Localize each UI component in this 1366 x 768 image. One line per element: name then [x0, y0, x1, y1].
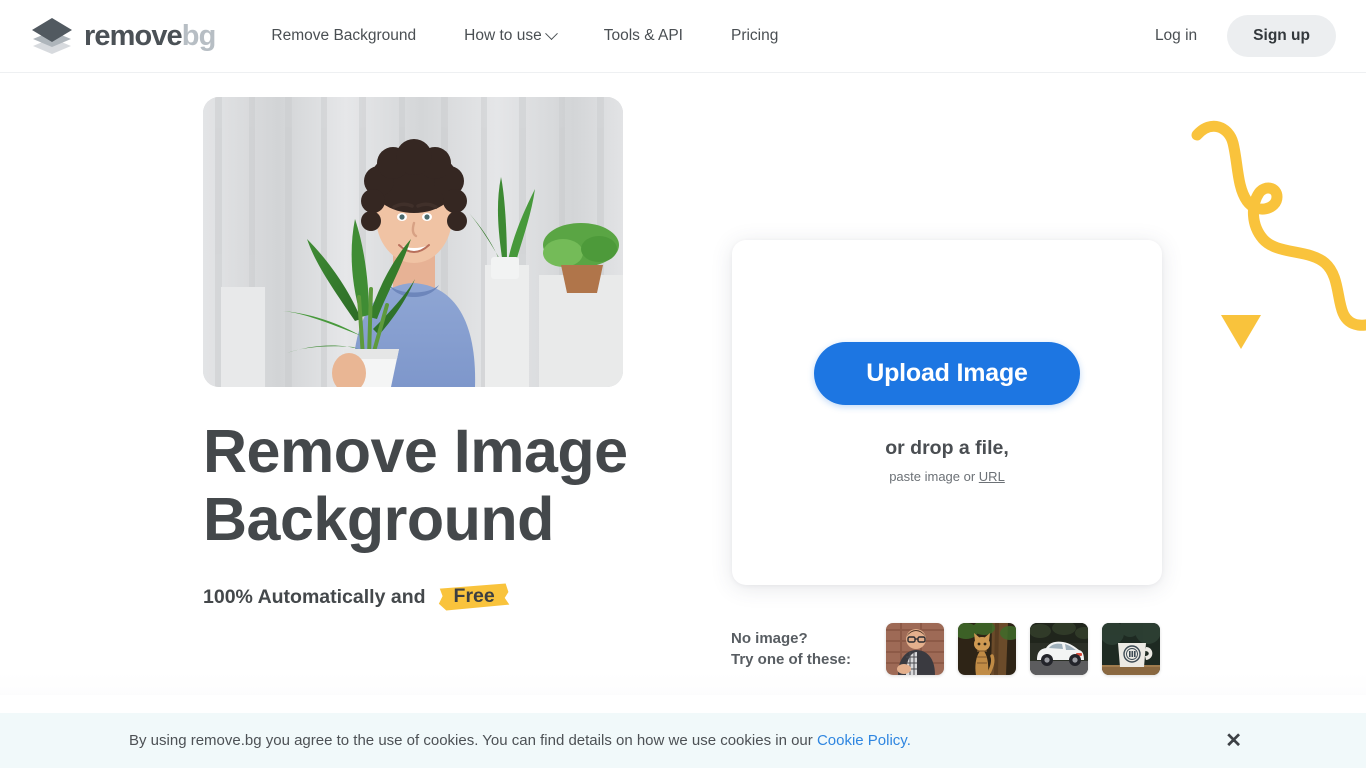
hero-subtitle-prefix: 100% Automatically and: [203, 585, 426, 608]
logo[interactable]: removebg: [30, 16, 217, 56]
nav-label: Tools & API: [603, 27, 683, 44]
sample-cat-by-tree[interactable]: [958, 623, 1016, 675]
headline-line-2: Background: [203, 485, 554, 553]
cookie-banner-text: By using remove.bg you agree to the use …: [129, 732, 911, 749]
hero-section: Remove Image Background 100% Automatical…: [0, 73, 1366, 695]
cookie-text-prefix: By using remove.bg you agree to the use …: [129, 732, 817, 749]
free-label: Free: [453, 585, 495, 607]
nav-item-how-to-use[interactable]: How to use: [440, 26, 580, 45]
nav-label: How to use: [464, 27, 542, 44]
layers-diamond-icon: [30, 16, 74, 56]
paste-hint-prefix: paste image or: [889, 468, 979, 484]
site-header: removebg Remove Background How to use To…: [0, 0, 1366, 73]
paste-hint: paste image or URL: [889, 469, 1005, 484]
logo-text: removebg: [84, 19, 217, 52]
header-actions: Log in Sign up: [1133, 15, 1336, 57]
page-title: Remove Image Background: [203, 417, 683, 553]
nav-item-remove-background[interactable]: Remove Background: [247, 27, 440, 45]
hero-subtitle: 100% Automatically and Free: [203, 581, 683, 613]
cookie-policy-link[interactable]: Cookie Policy.: [817, 732, 911, 749]
cookie-consent-banner: By using remove.bg you agree to the use …: [0, 713, 1366, 768]
samples-label: No image? Try one of these:: [731, 628, 886, 670]
login-link[interactable]: Log in: [1133, 19, 1219, 53]
sample-images-row: No image? Try one of these:: [731, 623, 1160, 675]
sample-person-plaid-shirt[interactable]: [886, 623, 944, 675]
sample-coffee-mug[interactable]: [1102, 623, 1160, 675]
close-icon[interactable]: ✕: [1225, 731, 1242, 751]
yellow-squiggle-line: [1191, 120, 1366, 331]
samples-label-line-1: No image?: [731, 630, 808, 647]
hero-left-column: Remove Image Background 100% Automatical…: [203, 97, 683, 613]
drop-file-text: or drop a file,: [885, 436, 1009, 459]
nav-label: Remove Background: [271, 27, 417, 44]
decorative-graphics: [1185, 113, 1366, 373]
upload-dropzone[interactable]: Upload Image or drop a file, paste image…: [732, 240, 1162, 585]
logo-text-secondary: bg: [181, 19, 217, 52]
chevron-down-icon: [544, 26, 558, 40]
sample-white-car[interactable]: [1030, 623, 1088, 675]
nav-label: Pricing: [730, 27, 779, 44]
main-navigation: Remove Background How to use Tools & API…: [247, 26, 802, 45]
paste-url-link[interactable]: URL: [979, 469, 1005, 484]
headline-line-1: Remove Image: [203, 417, 628, 485]
page-bottom-fade: [0, 673, 1366, 695]
nav-item-pricing[interactable]: Pricing: [707, 27, 802, 45]
samples-label-line-2: Try one of these:: [731, 651, 852, 668]
yellow-triangle: [1221, 315, 1261, 349]
logo-text-primary: remove: [84, 19, 183, 52]
signup-button[interactable]: Sign up: [1227, 15, 1336, 57]
upload-image-button[interactable]: Upload Image: [814, 341, 1080, 405]
nav-item-tools-api[interactable]: Tools & API: [580, 27, 707, 45]
free-badge: Free: [437, 581, 511, 613]
hero-photo: [203, 97, 623, 387]
